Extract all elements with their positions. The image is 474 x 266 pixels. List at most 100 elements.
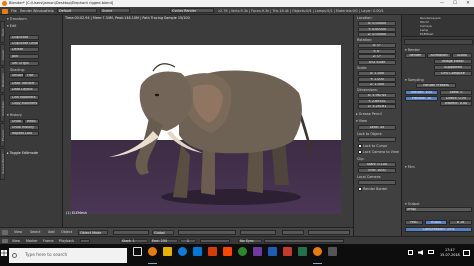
end-frame-field[interactable]: End: 250 bbox=[150, 238, 178, 244]
keying-set-selector[interactable] bbox=[264, 238, 344, 244]
object-menu[interactable]: Object bbox=[61, 230, 72, 234]
menu-render[interactable]: Render bbox=[20, 9, 32, 13]
windows-start-icon[interactable] bbox=[1, 250, 7, 256]
samples-preview-field[interactable]: Preview: 10 bbox=[405, 95, 438, 101]
rotation-mode-selector[interactable]: XYZ Euler bbox=[358, 60, 396, 65]
battery-icon[interactable] bbox=[428, 250, 434, 254]
menu-file[interactable]: File bbox=[11, 9, 17, 13]
flat-button[interactable]: Flat bbox=[24, 73, 39, 78]
scene-selector[interactable]: Scene bbox=[100, 8, 130, 14]
layer-buttons[interactable] bbox=[240, 229, 276, 235]
file-format-selector[interactable]: PNG bbox=[405, 220, 423, 225]
file-explorer-icon[interactable] bbox=[163, 247, 172, 256]
select-menu[interactable]: Select bbox=[30, 230, 40, 234]
3d-viewport[interactable]: Time:00:02.94 | Mem:7.34M, Peak:146.10M … bbox=[63, 15, 353, 227]
delete-button[interactable]: Delete bbox=[9, 47, 39, 52]
tab-physics[interactable]: Physics bbox=[0, 123, 5, 147]
store-icon[interactable] bbox=[193, 247, 202, 256]
compression-slider[interactable]: Compression: 15% bbox=[405, 227, 472, 232]
clamp-indirect-field[interactable]: Indirect: 0.00 bbox=[440, 101, 472, 106]
redo-button[interactable]: Redo bbox=[24, 119, 39, 124]
scale-x-field[interactable]: X: 1.000 bbox=[358, 71, 396, 76]
display-selector[interactable]: Image Editor bbox=[434, 59, 472, 64]
office-icon[interactable] bbox=[208, 247, 217, 256]
menu-help[interactable]: Help bbox=[46, 9, 54, 13]
shading-buttons[interactable] bbox=[113, 229, 149, 235]
blender-taskbar-icon[interactable] bbox=[148, 247, 157, 256]
data-transfer-button[interactable]: Data Transfer bbox=[9, 81, 39, 86]
undo-button[interactable]: Undo bbox=[9, 119, 24, 124]
tab-grease-pencil[interactable]: Grease Pencil bbox=[0, 148, 5, 180]
color-mode-selector[interactable]: RGBA bbox=[425, 220, 447, 225]
lock-object-field[interactable] bbox=[358, 137, 396, 142]
blender-secondary-icon[interactable] bbox=[313, 247, 322, 256]
render-view-buttons[interactable] bbox=[308, 229, 350, 235]
edge-icon[interactable] bbox=[178, 247, 187, 256]
clip-start-field[interactable]: Start: 0.100 bbox=[358, 162, 396, 167]
duplicate-linked-button[interactable]: Duplicate Linked bbox=[9, 41, 39, 46]
duplicate-button[interactable]: Duplicate bbox=[9, 35, 39, 40]
view3d-editor-icon[interactable] bbox=[2, 229, 8, 235]
timeline-playback-menu[interactable]: Playback bbox=[59, 239, 74, 243]
lock-cursor-checkbox[interactable] bbox=[358, 144, 362, 148]
repeat-last-button[interactable]: Repeat Last bbox=[9, 131, 39, 136]
action-center-icon[interactable] bbox=[463, 250, 470, 256]
section-edit[interactable]: ▾ Edit bbox=[7, 24, 67, 29]
rotation-y-field[interactable]: Y: 0° bbox=[358, 48, 396, 54]
dimensions-y-field[interactable]: Y: 2.69551 bbox=[358, 98, 396, 104]
dimensions-x-field[interactable]: X: 5.96745 bbox=[358, 93, 396, 98]
settings-icon[interactable] bbox=[328, 247, 337, 256]
menu-window[interactable]: Window bbox=[33, 9, 46, 13]
minimize-icon[interactable]: — bbox=[436, 0, 448, 7]
mode-selector[interactable]: Object Mode bbox=[78, 229, 108, 235]
outliner-item-elemesh[interactable]: ELEMesh bbox=[420, 32, 433, 36]
scale-z-field[interactable]: Z: 1.000 bbox=[358, 82, 396, 87]
add-menu[interactable]: Add bbox=[48, 230, 55, 234]
seed-field[interactable]: Seed: 0 bbox=[440, 90, 472, 95]
taskbar-search-box[interactable]: Type here to search bbox=[9, 248, 127, 263]
color-depth-selector[interactable]: 8 16 bbox=[449, 220, 472, 225]
orientation-selector[interactable]: Global bbox=[152, 229, 174, 235]
playback-controls[interactable] bbox=[200, 238, 230, 244]
location-z-field[interactable]: Z: 0.00000 bbox=[358, 32, 396, 37]
film-section[interactable]: ▾ Film bbox=[405, 165, 415, 169]
view-section[interactable]: ▾ View bbox=[356, 119, 367, 123]
device-selector[interactable]: GPU Compute bbox=[434, 71, 472, 76]
chrome-icon[interactable] bbox=[238, 247, 247, 256]
section-transform[interactable]: ▾ Transform bbox=[7, 17, 67, 22]
manipulator-buttons[interactable] bbox=[178, 229, 236, 235]
feature-set-selector[interactable]: Supported bbox=[434, 65, 472, 70]
render-section[interactable]: ▾ Render bbox=[405, 48, 420, 52]
scale-y-field[interactable]: Y: 1.000 bbox=[358, 76, 396, 82]
local-camera-field[interactable] bbox=[358, 180, 396, 185]
onenote-icon[interactable] bbox=[253, 247, 262, 256]
tab-relations[interactable]: Relations bbox=[0, 67, 5, 93]
copy-modifiers-button[interactable]: Copy Modifiers bbox=[9, 101, 39, 106]
system-clock[interactable]: 17:47 15-07-2018 bbox=[440, 248, 460, 257]
grease-pencil-section[interactable]: ▸ Grease Pencil bbox=[356, 112, 382, 116]
word-icon[interactable] bbox=[268, 247, 277, 256]
tab-tools[interactable]: Tools bbox=[0, 21, 5, 43]
maximize-icon[interactable]: ☐ bbox=[449, 0, 461, 7]
set-origin-button[interactable]: Set Origin bbox=[9, 61, 39, 66]
firefox-icon[interactable] bbox=[223, 247, 232, 256]
app-icon-red[interactable] bbox=[283, 247, 292, 256]
timeline-view-menu[interactable]: View bbox=[12, 239, 20, 243]
smooth-button[interactable]: Smooth bbox=[9, 73, 24, 78]
join-button[interactable]: Join bbox=[9, 54, 39, 59]
view-menu[interactable]: View bbox=[14, 230, 22, 234]
autokey-button[interactable] bbox=[80, 238, 90, 243]
audio-button[interactable]: Audio bbox=[452, 53, 472, 58]
render-presets-selector[interactable]: Render Presets bbox=[416, 83, 456, 88]
current-frame-field[interactable]: 1 bbox=[180, 238, 196, 244]
lens-field[interactable]: Lens: 35 bbox=[358, 125, 396, 130]
properties-context-tabs[interactable] bbox=[404, 39, 473, 45]
clip-end-field[interactable]: End: 1000 bbox=[358, 167, 396, 173]
output-path-field[interactable]: /tmp/ bbox=[405, 207, 472, 212]
location-y-field[interactable]: Y: 0.00000 bbox=[358, 26, 396, 32]
rotation-x-field[interactable]: X: 0° bbox=[358, 43, 396, 48]
rotation-z-field[interactable]: Z: 0° bbox=[358, 54, 396, 59]
layout-selector[interactable]: Default bbox=[57, 8, 97, 14]
timeline-frame-menu[interactable]: Frame bbox=[43, 239, 54, 243]
tab-animation[interactable]: Animation bbox=[0, 94, 5, 122]
